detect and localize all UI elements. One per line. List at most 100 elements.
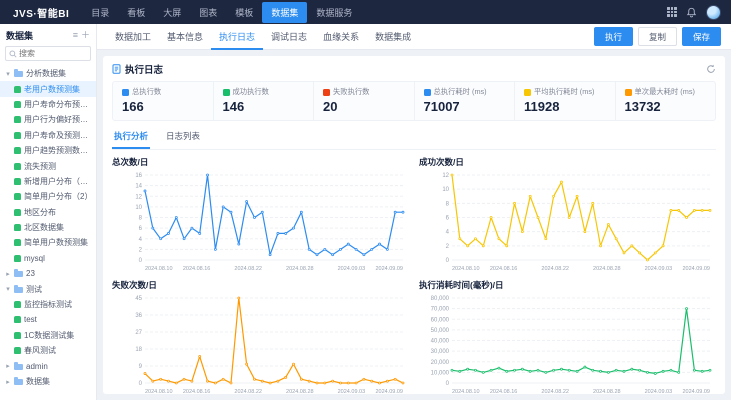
sidebar-item[interactable]: 简单用户分布（2） <box>0 189 96 204</box>
svg-text:2024.09.03: 2024.09.03 <box>338 389 366 394</box>
sort-icon[interactable]: ≡ <box>73 31 78 40</box>
dataset-icon <box>14 116 21 124</box>
svg-text:4: 4 <box>446 230 450 236</box>
svg-text:0: 0 <box>446 258 450 264</box>
stat-card-3: 总执行耗时 (ms) 71007 <box>415 82 515 120</box>
sidebar-item[interactable]: ▸ admin <box>0 358 96 373</box>
sidebar-item[interactable]: 老用户数预测集 <box>0 81 96 97</box>
svg-text:0: 0 <box>139 258 143 264</box>
content: 执行日志 总执行数 166 成功执行数 146 失败执行数 20 总执行耗时 (ms) 710… <box>97 50 731 400</box>
svg-text:16: 16 <box>135 173 142 179</box>
nav-item-6[interactable]: 数据服务 <box>307 2 361 23</box>
svg-text:40,000: 40,000 <box>431 339 450 345</box>
dataset-icon <box>14 147 21 155</box>
folder-icon <box>14 69 23 78</box>
caret-icon[interactable]: ▸ <box>5 378 11 386</box>
sidebar-item-label: 用户趋势预测数据集 <box>24 146 94 156</box>
tab-0[interactable]: 数据加工 <box>107 24 159 50</box>
sidebar-item-label: mysql <box>24 253 45 263</box>
refresh-icon[interactable] <box>706 64 716 74</box>
add-dataset-icon[interactable]: ＋ <box>81 31 90 40</box>
stat-label: 总执行耗时 (ms) <box>433 87 487 96</box>
save-button[interactable]: 保存 <box>681 27 721 46</box>
folder-icon <box>14 377 23 385</box>
nav-item-2[interactable]: 大屏 <box>154 2 190 23</box>
sidebar-item[interactable]: 春风测试 <box>0 343 96 358</box>
tab-1[interactable]: 基本信息 <box>159 24 211 50</box>
caret-icon[interactable]: ▾ <box>5 70 11 78</box>
dataset-icon <box>14 85 21 93</box>
svg-text:0: 0 <box>446 381 450 387</box>
sidebar-item-label: 测试 <box>26 284 42 294</box>
svg-text:2024.08.16: 2024.08.16 <box>183 389 211 394</box>
svg-text:2024.08.10: 2024.08.10 <box>452 389 480 394</box>
svg-text:2024.08.16: 2024.08.16 <box>490 389 518 394</box>
sidebar-item[interactable]: ▸ 23 <box>0 266 96 281</box>
sidebar-item[interactable]: mysql <box>0 251 96 266</box>
sidebar-item[interactable]: 地区分布 <box>0 205 96 220</box>
sub-tab-1[interactable]: 日志列表 <box>164 126 202 149</box>
sidebar-item-label: test <box>24 315 37 325</box>
sidebar-item[interactable]: 新增用户分布（日） <box>0 174 96 189</box>
chart-title: 执行消耗时间(毫秒)/日 <box>419 280 504 290</box>
stat-label: 平均执行耗时 (ms) <box>534 87 595 96</box>
stat-label: 单次最大耗时 (ms) <box>634 87 695 96</box>
sidebar: 数据集 ≡ ＋ ▾ 分析数据集老用户数预测集用户寿命分布预测集用户行为偏好预测集用… <box>0 24 97 400</box>
sidebar-item[interactable]: ▾ 分析数据集 <box>0 66 96 81</box>
tab-3[interactable]: 调试日志 <box>263 24 315 50</box>
sidebar-item-label: 用户寿命及预测集 ② <box>24 130 94 140</box>
sidebar-item[interactable]: 监控指标测试 <box>0 297 96 312</box>
sidebar-item[interactable]: 流失预测 <box>0 158 96 173</box>
tab-2[interactable]: 执行日志 <box>211 24 264 50</box>
sidebar-item[interactable]: 简单用户数预测集 <box>0 235 96 250</box>
tab-actions: 执行 复制 保存 <box>593 27 721 46</box>
nav-item-5[interactable]: 数据集 <box>262 1 308 23</box>
sidebar-item-label: 用户行为偏好预测集 <box>24 115 94 125</box>
sidebar-item[interactable]: 用户寿命及预测集 ② <box>0 128 96 143</box>
nav-item-1[interactable]: 看板 <box>118 2 154 23</box>
dataset-icon <box>14 100 21 108</box>
sidebar-item-label: 用户寿命分布预测集 <box>24 99 94 109</box>
dataset-tree: ▾ 分析数据集 老用户数预测集用户寿命分布预测集 用户行为偏好预测集 用户寿命及预测集 … <box>0 65 96 400</box>
tab-5[interactable]: 数据集成 <box>367 24 419 50</box>
nav-item-4[interactable]: 模板 <box>226 2 262 23</box>
app-logo: JVS·智能BI <box>13 8 70 20</box>
sidebar-item-label: 新增用户分布（日） <box>24 176 94 186</box>
sidebar-item[interactable]: test <box>0 312 96 327</box>
nav-item-0[interactable]: 目录 <box>82 2 118 23</box>
sidebar-item-label: 简单用户数预测集 <box>24 238 88 248</box>
sidebar-item[interactable]: 用户行为偏好预测集 <box>0 112 96 127</box>
execution-log-panel: 执行日志 总执行数 166 成功执行数 146 失败执行数 20 总执行耗时 (ms) 710… <box>103 56 725 394</box>
caret-icon[interactable]: ▸ <box>5 362 11 370</box>
svg-text:6: 6 <box>446 216 450 222</box>
nav-item-3[interactable]: 图表 <box>190 2 226 23</box>
avatar[interactable] <box>706 4 721 20</box>
svg-text:60,000: 60,000 <box>431 317 450 323</box>
search-input[interactable] <box>19 49 87 58</box>
stat-value: 13732 <box>624 99 661 114</box>
nav-items: 目录 看板 大屏 图表 模板 数据集 数据服务 <box>82 0 361 24</box>
copy-button[interactable]: 复制 <box>637 27 677 46</box>
stat-legend-dot <box>323 88 330 96</box>
chart-title: 失败次数/日 <box>112 280 157 290</box>
caret-icon[interactable]: ▸ <box>5 270 11 278</box>
caret-icon[interactable]: ▾ <box>5 285 11 293</box>
sidebar-item[interactable]: 北区数据集 <box>0 220 96 235</box>
sidebar-item[interactable]: ▾ 测试 <box>0 281 96 296</box>
chart-card-3: 执行消耗时间(毫秒)/日 0 10,000 20,000 30,000 40,000 50,… <box>419 279 716 394</box>
sub-tab-0[interactable]: 执行分析 <box>112 126 151 149</box>
bell-icon[interactable] <box>686 7 697 18</box>
sidebar-header: 数据集 ≡ ＋ <box>0 24 96 45</box>
run-button[interactable]: 执行 <box>593 27 633 46</box>
sidebar-item[interactable]: 用户趋势预测数据集 <box>0 143 96 158</box>
analysis-tabs: 执行分析 日志列表 <box>112 126 716 150</box>
sidebar-item-label: 监控指标测试 <box>24 300 72 310</box>
apps-grid-icon[interactable] <box>667 7 677 17</box>
tab-4[interactable]: 血缘关系 <box>315 24 367 50</box>
main-area: 数据加工 基本信息 执行日志 调试日志 血缘关系 数据集成 执行 复制 保存 执行日志 总… <box>97 24 731 400</box>
sidebar-item[interactable]: ▸ 数据集 <box>0 374 96 389</box>
svg-text:12: 12 <box>442 173 449 179</box>
chart-title: 总次数/日 <box>112 157 149 167</box>
sidebar-item[interactable]: 1C数据测试集 <box>0 328 96 343</box>
sidebar-item[interactable]: 用户寿命分布预测集 <box>0 97 96 112</box>
